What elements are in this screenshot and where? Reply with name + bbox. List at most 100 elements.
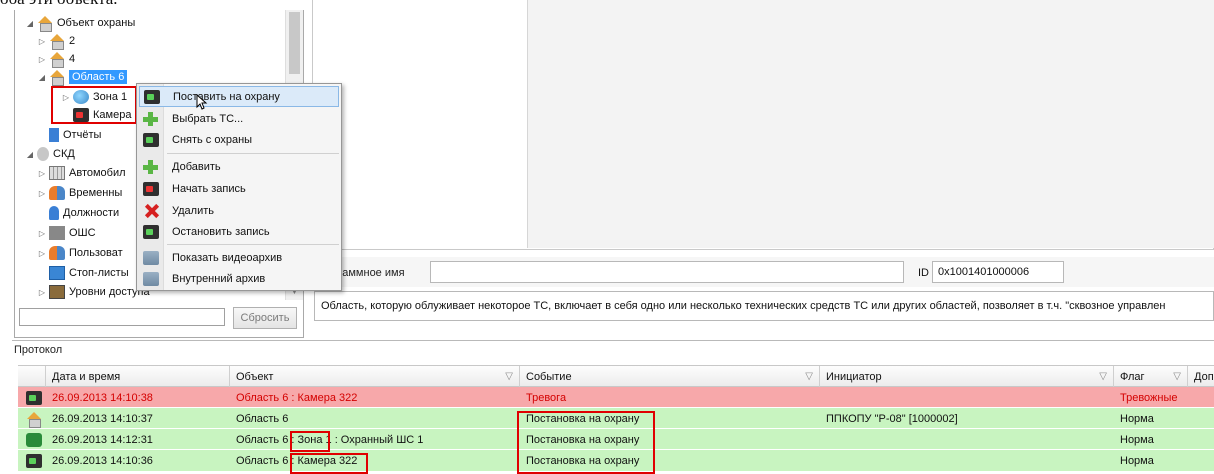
column-header-event[interactable]: Событие ▽ bbox=[520, 366, 820, 388]
protocol-table-header: Дата и время Объект ▽ Событие ▽ Инициатор ▽… bbox=[18, 365, 1214, 388]
tree-item-label: Стоп-листы bbox=[69, 267, 129, 279]
expand-triangle-icon[interactable]: ▷ bbox=[37, 229, 47, 238]
menu-item-label: Поставить на охрану bbox=[173, 90, 280, 103]
object-view-inner bbox=[527, 0, 1214, 248]
program-name-input[interactable] bbox=[430, 261, 904, 283]
tree-search-input[interactable] bbox=[19, 308, 225, 326]
object-view-area bbox=[312, 0, 1214, 250]
tree-item-security-object[interactable]: ◢ Объект охраны bbox=[25, 14, 135, 32]
cell-datetime: 26.09.2013 14:10:37 bbox=[52, 412, 153, 425]
cell-flag: Норма bbox=[1120, 412, 1154, 425]
column-header-object[interactable]: Объект ▽ bbox=[230, 366, 520, 388]
disarm-camera-icon bbox=[143, 132, 159, 147]
menu-item-label: Выбрать ТС... bbox=[172, 112, 244, 125]
tree-item-2[interactable]: ▷ 2 bbox=[37, 32, 75, 50]
column-header-flag[interactable]: Флаг ▽ bbox=[1114, 366, 1188, 388]
cell-flag: Норма bbox=[1120, 433, 1154, 446]
tree-item-skd[interactable]: ◢ СКД bbox=[25, 145, 75, 163]
cell-initiator: ППКОПУ "Р-08" [1000002] bbox=[826, 412, 958, 425]
menu-item-disarm[interactable]: Снять с охраны bbox=[139, 129, 339, 150]
filter-icon[interactable]: ▽ bbox=[1099, 371, 1107, 382]
menu-item-delete[interactable]: Удалить bbox=[139, 200, 339, 221]
expand-triangle-icon[interactable]: ▷ bbox=[37, 37, 47, 46]
cell-datetime: 26.09.2013 14:12:31 bbox=[52, 433, 153, 446]
menu-item-label: Снять с охраны bbox=[172, 133, 253, 146]
schedule-icon bbox=[49, 186, 65, 200]
menu-item-select-ts[interactable]: Выбрать ТС... bbox=[139, 108, 339, 129]
menu-item-add[interactable]: Добавить bbox=[139, 156, 339, 177]
menu-item-label: Удалить bbox=[172, 204, 214, 217]
house-icon bbox=[49, 52, 65, 68]
report-icon bbox=[49, 128, 59, 142]
delete-icon bbox=[143, 204, 159, 218]
grid-icon bbox=[49, 166, 65, 180]
tree-item-positions[interactable]: Должности bbox=[37, 204, 119, 222]
highlight-box-events bbox=[517, 411, 655, 474]
tree-item-label: Объект охраны bbox=[57, 17, 136, 29]
tree-item-4[interactable]: ▷ 4 bbox=[37, 50, 75, 68]
tree-item-stop-lists[interactable]: Стоп-листы bbox=[37, 264, 129, 282]
menu-item-arm[interactable]: Поставить на охрану bbox=[139, 86, 339, 107]
stop-record-icon bbox=[143, 224, 159, 239]
plus-icon bbox=[143, 111, 159, 126]
house-icon bbox=[37, 16, 53, 32]
tree-item-cars[interactable]: ▷ Автомобил bbox=[37, 164, 126, 182]
highlight-box-camera-322 bbox=[290, 453, 368, 474]
filter-icon[interactable]: ▽ bbox=[805, 371, 813, 382]
description-field[interactable]: Область, которую облуживает некоторое ТС… bbox=[314, 291, 1214, 321]
column-header-initiator[interactable]: Инициатор ▽ bbox=[820, 366, 1114, 388]
tree-item-users[interactable]: ▷ Пользоват bbox=[37, 244, 123, 262]
mouse-cursor-icon bbox=[196, 94, 208, 110]
tree-item-area-6[interactable]: ◢ Область 6 bbox=[37, 68, 128, 86]
menu-separator bbox=[167, 244, 339, 245]
door-icon bbox=[49, 285, 65, 299]
plus-icon bbox=[143, 159, 159, 174]
collapse-triangle-icon[interactable]: ◢ bbox=[25, 150, 35, 159]
tree-item-label: СКД bbox=[53, 148, 75, 160]
tree-scrollbar-thumb[interactable] bbox=[289, 12, 300, 74]
highlight-box-zone-1 bbox=[290, 431, 330, 452]
archive-icon bbox=[143, 271, 159, 286]
filter-icon[interactable]: ▽ bbox=[505, 371, 513, 382]
cell-initiator bbox=[826, 429, 1114, 450]
expand-triangle-icon[interactable]: ▷ bbox=[37, 249, 47, 258]
collapse-triangle-icon[interactable]: ◢ bbox=[37, 73, 47, 82]
table-row[interactable]: 26.09.2013 14:10:38 Область 6 : Камера 3… bbox=[18, 387, 1214, 408]
column-header-datetime[interactable]: Дата и время bbox=[46, 366, 230, 388]
menu-item-start-recording[interactable]: Начать запись bbox=[139, 178, 339, 199]
filter-icon[interactable]: ▽ bbox=[1173, 371, 1181, 382]
menu-item-label: Внутренний архив bbox=[172, 272, 266, 285]
tree-item-label: Автомобил bbox=[69, 167, 126, 179]
tree-item-label: Должности bbox=[63, 207, 120, 219]
cell-object: Область 6 : Зона 1 : Охранный ШС 1 bbox=[236, 433, 424, 446]
users-icon bbox=[49, 246, 65, 260]
expand-triangle-icon[interactable]: ▷ bbox=[37, 288, 47, 297]
tree-item-label: ОШС bbox=[69, 227, 96, 239]
collapse-triangle-icon[interactable]: ◢ bbox=[25, 19, 35, 28]
column-header-extra[interactable]: Доп bbox=[1188, 366, 1214, 388]
tree-item-schedules[interactable]: ▷ Временны bbox=[37, 184, 122, 202]
id-field[interactable]: 0x1001401000006 bbox=[932, 261, 1064, 283]
expand-triangle-icon[interactable]: ▷ bbox=[37, 189, 47, 198]
cell-object: Область 6 bbox=[236, 412, 289, 425]
cell-object: Область 6 : Камера 322 bbox=[236, 391, 358, 404]
tree-item-label: 4 bbox=[69, 53, 76, 65]
arm-camera-icon bbox=[144, 89, 160, 104]
camera-icon bbox=[26, 390, 42, 405]
menu-item-label: Добавить bbox=[172, 160, 221, 173]
tree-item-access-levels[interactable]: ▷ Уровни доступа bbox=[37, 283, 150, 301]
cell-datetime: 26.09.2013 14:10:38 bbox=[52, 391, 153, 404]
menu-item-internal-archive[interactable]: Внутренний архив bbox=[139, 268, 339, 289]
tree-item-reports[interactable]: Отчёты bbox=[37, 126, 101, 144]
tree-item-osh[interactable]: ▷ ОШС bbox=[37, 224, 96, 242]
expand-triangle-icon[interactable]: ▷ bbox=[37, 169, 47, 178]
cell-initiator bbox=[826, 450, 1114, 471]
expand-triangle-icon[interactable]: ▷ bbox=[37, 55, 47, 64]
reset-button[interactable]: Сбросить bbox=[233, 307, 297, 329]
archive-icon bbox=[143, 250, 159, 265]
menu-item-stop-recording[interactable]: Остановить запись bbox=[139, 221, 339, 242]
protocol-title: Протокол bbox=[14, 344, 63, 356]
menu-item-show-video-archive[interactable]: Показать видеоархив bbox=[139, 247, 339, 268]
cell-event: Тревога bbox=[526, 391, 567, 404]
record-icon bbox=[143, 181, 159, 196]
